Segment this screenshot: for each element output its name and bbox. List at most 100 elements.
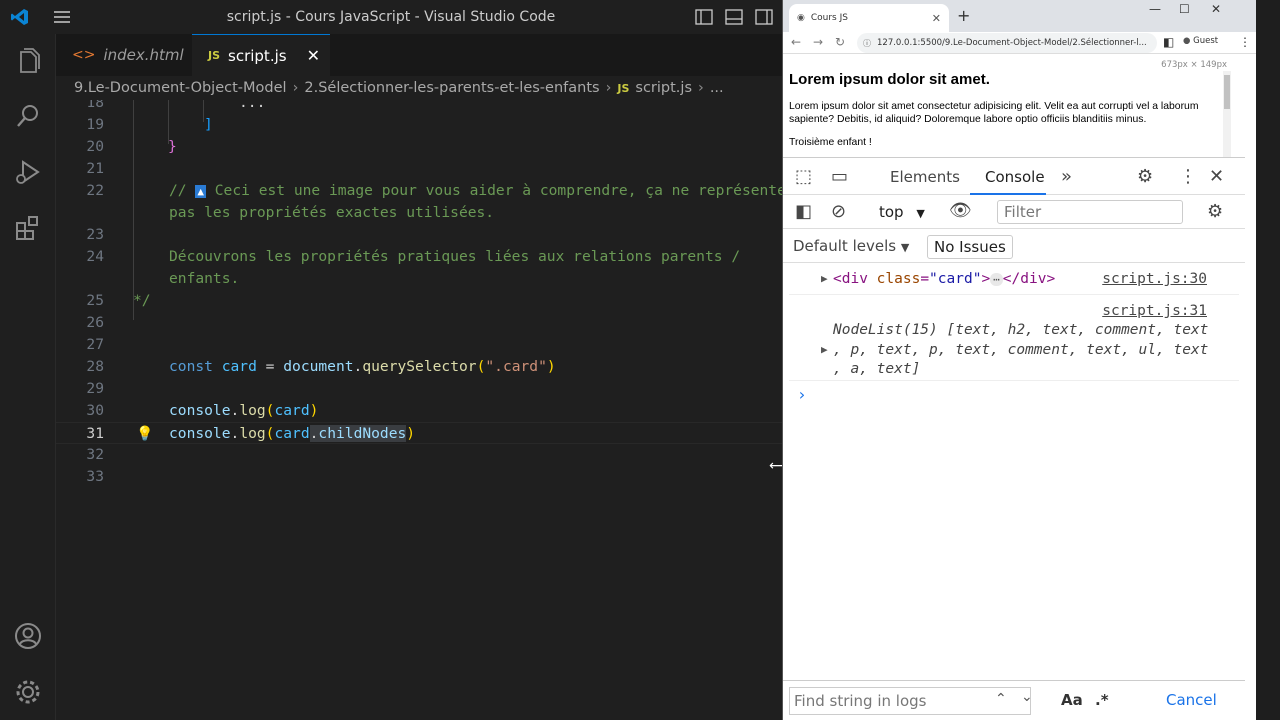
operator: = xyxy=(256,358,284,375)
page-scrollbar[interactable] xyxy=(1223,71,1231,157)
avatar-icon: ● xyxy=(1183,36,1191,46)
comment-text: pas les propriétés exactes utilisées. xyxy=(169,204,495,221)
tab-elements[interactable]: Elements xyxy=(890,168,960,186)
new-tab-icon[interactable]: + xyxy=(957,6,970,25)
line-number: 19 xyxy=(86,116,104,133)
inspect-element-icon[interactable]: ⬚ xyxy=(795,166,812,187)
clear-console-icon[interactable]: ⊘ xyxy=(831,201,846,222)
tab-index-html[interactable]: <> index.html xyxy=(56,34,192,76)
toggle-panel-icon[interactable] xyxy=(724,7,744,27)
identifier: document xyxy=(283,358,354,375)
forward-icon[interactable]: → xyxy=(813,35,823,49)
cancel-button[interactable]: Cancel xyxy=(1166,691,1217,709)
browser-tab-title: Cours JS xyxy=(810,13,848,23)
more-tabs-icon[interactable]: » xyxy=(1061,166,1072,187)
kebab-menu-icon[interactable]: ⋮ xyxy=(1179,166,1197,187)
context-selector[interactable]: top ▼ xyxy=(879,203,925,221)
close-devtools-icon[interactable]: ✕ xyxy=(1209,166,1224,187)
run-debug-icon[interactable] xyxy=(12,156,44,188)
line-number: 27 xyxy=(86,336,104,353)
code-line: 20} xyxy=(56,136,782,158)
line-number: 26 xyxy=(86,314,104,331)
line-number: 24 xyxy=(86,248,104,265)
function-name: log xyxy=(239,402,266,419)
code-line: 19] xyxy=(56,114,782,136)
function-name: querySelector xyxy=(362,358,477,375)
back-icon[interactable]: ← xyxy=(791,35,801,49)
sidepanel-icon[interactable]: ◧ xyxy=(1163,35,1174,49)
kebab-menu-icon[interactable]: ⋮ xyxy=(1239,35,1251,49)
tab-script-js[interactable]: JS script.js ✕ xyxy=(192,34,330,76)
reload-icon[interactable]: ↻ xyxy=(835,35,845,49)
url-field[interactable]: ⓘ 127.0.0.1:5500/9.Le-Document-Object-Mo… xyxy=(857,33,1157,53)
globe-icon: ◉ xyxy=(797,13,805,23)
punctuation: . xyxy=(230,425,240,442)
scrollbar-thumb[interactable] xyxy=(1224,75,1230,109)
device-toolbar-icon[interactable]: ▭ xyxy=(831,166,848,187)
tab-console[interactable]: Console xyxy=(985,168,1045,186)
code-text: ] xyxy=(204,116,213,133)
minimize-icon[interactable]: — xyxy=(1149,2,1161,16)
code-line: 29 xyxy=(56,378,782,400)
live-expression-eye-icon[interactable]: 👁 xyxy=(949,200,972,221)
vscode-window: script.js - Cours JavaScript - Visual St… xyxy=(0,0,782,720)
expand-triangle-icon[interactable]: ▶ xyxy=(821,343,828,356)
sidebar-toggle-icon[interactable]: ◧ xyxy=(795,201,812,222)
resize-handle-icon[interactable]: ⟷ xyxy=(769,458,782,474)
paren: ) xyxy=(546,358,556,375)
settings-gear-icon[interactable]: ⚙ xyxy=(1137,166,1153,187)
code-line: 22 // ▲ Ceci est une image pour vous aide… xyxy=(56,180,782,202)
manage-gear-icon[interactable] xyxy=(12,676,44,708)
breadcrumb-subfolder[interactable]: 2.Sélectionner-les-parents-et-les-enfant… xyxy=(304,80,599,96)
expand-triangle-icon[interactable]: ▶ xyxy=(821,272,828,285)
extensions-icon[interactable] xyxy=(12,212,44,244)
levels-dropdown[interactable]: Default levels ▼ xyxy=(793,237,909,255)
toggle-secondary-sidebar-icon[interactable] xyxy=(754,7,774,27)
levels-label: Default levels xyxy=(793,237,897,255)
identifier: console xyxy=(169,402,231,419)
search-next-icon[interactable]: ⌄ xyxy=(1021,689,1033,705)
profile-button[interactable]: ● Guest xyxy=(1183,36,1218,46)
breadcrumb-file[interactable]: script.js xyxy=(635,80,692,96)
lightbulb-icon[interactable]: 💡 xyxy=(136,423,153,445)
close-tab-icon[interactable]: ✕ xyxy=(307,46,320,65)
html-attr: class xyxy=(876,271,921,287)
close-window-icon[interactable]: ✕ xyxy=(1211,2,1221,16)
explorer-icon[interactable] xyxy=(12,46,44,78)
console-prompt-icon[interactable]: › xyxy=(797,385,807,404)
search-icon[interactable] xyxy=(12,100,44,132)
log-entry[interactable]: script.js:31 ▶ NodeList(15) [text, h2, t… xyxy=(789,296,1239,381)
breadcrumb-folder[interactable]: 9.Le-Document-Object-Model xyxy=(74,80,287,96)
chevron-right-icon: › xyxy=(698,80,704,96)
code-line: 24 Découvrons les propriétés pratiques li… xyxy=(56,246,782,268)
maximize-icon[interactable]: ☐ xyxy=(1179,2,1190,16)
comment-text: */ xyxy=(133,292,151,309)
close-tab-icon[interactable]: ✕ xyxy=(932,12,941,25)
js-file-icon: JS xyxy=(208,49,221,62)
code-editor[interactable]: 18... 19] 20} 21 22 // ▲ Ceci est une ima… xyxy=(56,100,782,720)
filter-input[interactable]: Filter xyxy=(997,200,1183,224)
collapsed-ellipsis-icon[interactable]: ⋯ xyxy=(990,273,1003,286)
code-line: 28 const card = document.querySelector(".… xyxy=(56,356,782,378)
breadcrumb-more[interactable]: ... xyxy=(710,80,724,96)
line-number: 32 xyxy=(86,446,104,463)
issues-button[interactable]: No Issues xyxy=(927,235,1013,259)
chrome-window: ◉ Cours JS ✕ + — ☐ ✕ ← → ↻ ⓘ 127.0.0.1:5… xyxy=(782,0,1256,720)
match-case-toggle[interactable]: Aa xyxy=(1061,691,1083,709)
source-link[interactable]: script.js:31 xyxy=(1102,303,1207,319)
accounts-icon[interactable] xyxy=(12,620,44,652)
toggle-sidebar-icon[interactable] xyxy=(694,7,714,27)
variable: card xyxy=(221,358,257,375)
paren: ) xyxy=(309,402,319,419)
nodelist-line: , a, text] xyxy=(833,361,921,377)
page-third-child: Troisième enfant ! xyxy=(789,137,872,148)
search-prev-icon[interactable]: ⌃ xyxy=(995,691,1007,707)
regex-toggle[interactable]: .* xyxy=(1095,691,1109,709)
browser-tab[interactable]: ◉ Cours JS ✕ xyxy=(789,4,949,32)
js-file-icon: JS xyxy=(617,81,630,95)
log-entry[interactable]: ▶ <div class="card"> ⋯ </div> script.js:30 xyxy=(789,263,1239,295)
console-settings-gear-icon[interactable]: ⚙ xyxy=(1207,201,1223,222)
source-link[interactable]: script.js:30 xyxy=(1102,271,1207,287)
function-name: log xyxy=(239,425,266,442)
html-tag: <div xyxy=(833,271,877,287)
